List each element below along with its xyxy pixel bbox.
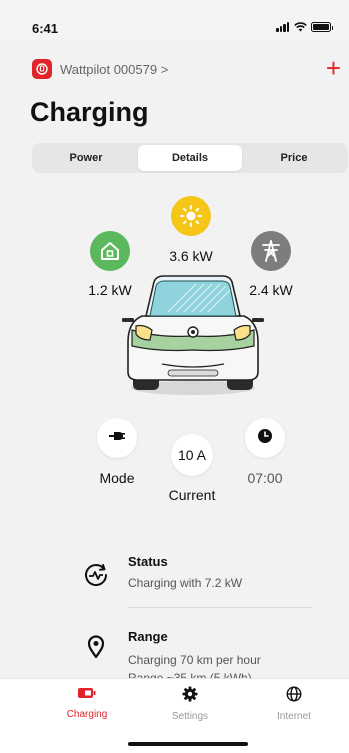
home-indicator[interactable]	[128, 742, 248, 746]
divider	[128, 607, 312, 608]
device-selector[interactable]: Wattpilot 000579 >	[32, 59, 168, 79]
add-button[interactable]: +	[326, 55, 341, 81]
timer-button[interactable]	[245, 418, 285, 458]
wattpilot-icon	[32, 59, 52, 79]
sun-icon[interactable]	[171, 196, 211, 236]
current-button[interactable]: 10 A	[171, 434, 213, 476]
system-icons	[276, 22, 333, 32]
tab-price[interactable]: Price	[242, 145, 346, 171]
nav-internet[interactable]: Internet	[254, 686, 334, 722]
range-title: Range	[128, 629, 168, 644]
status-title: Status	[128, 554, 168, 569]
mode-label: Mode	[99, 470, 135, 486]
status-wave-icon	[81, 560, 111, 590]
solar-power-value: 3.6 kW	[169, 248, 213, 264]
nav-charging-label: Charging	[66, 709, 108, 720]
nav-settings-label: Settings	[171, 711, 209, 722]
page-title: Charging	[30, 97, 149, 127]
signal-icon	[276, 22, 289, 32]
battery-icon	[77, 686, 97, 705]
nav-internet-label: Internet	[277, 711, 311, 722]
location-pin-icon	[81, 632, 111, 662]
power-tower-icon[interactable]	[251, 231, 291, 271]
mode-button[interactable]	[97, 418, 137, 458]
device-name: Wattpilot 000579 >	[60, 61, 169, 77]
tab-details[interactable]: Details	[138, 145, 242, 171]
clock-icon	[257, 428, 273, 449]
house-icon[interactable]	[90, 231, 130, 271]
car-illustration	[118, 272, 268, 396]
segmented-tabs: Power Details Price	[32, 143, 348, 173]
nav-settings[interactable]: Settings	[150, 686, 230, 722]
status-text: Charging with 7.2 kW	[128, 576, 243, 590]
tab-power[interactable]: Power	[34, 145, 138, 171]
nav-charging[interactable]: Charging	[47, 686, 127, 720]
wifi-icon	[294, 22, 307, 32]
current-label: Current	[168, 487, 216, 503]
plug-icon	[108, 429, 126, 448]
battery-status-icon	[311, 22, 333, 32]
timer-value: 07:00	[247, 470, 283, 486]
gear-icon	[182, 686, 198, 707]
status-time: 6:41	[32, 21, 59, 36]
globe-icon	[286, 686, 302, 707]
range-rate-text: Charging 70 km per hour	[128, 653, 261, 667]
